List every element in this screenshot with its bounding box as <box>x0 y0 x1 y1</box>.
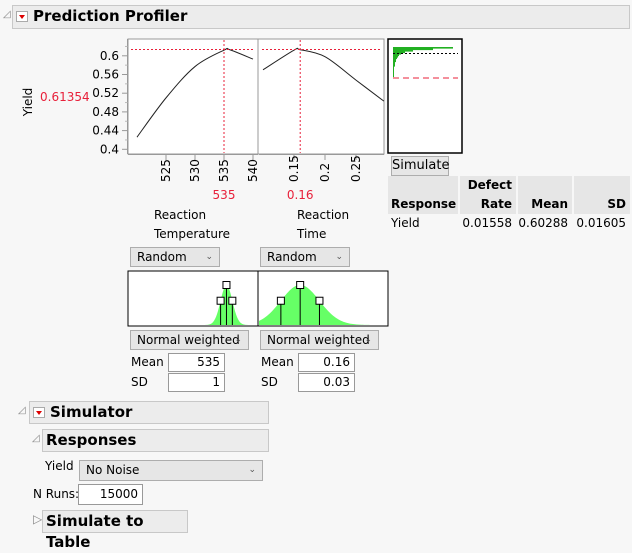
mean-label: Mean <box>131 355 164 369</box>
histogram-bar <box>393 54 399 57</box>
histogram-bar <box>393 66 394 69</box>
y-tick-label: 0.44 <box>92 124 119 138</box>
yield-noise-dropdown[interactable]: No Noise ⌄ <box>79 460 263 481</box>
mean-label: Mean <box>261 355 294 369</box>
histogram-bar <box>393 69 394 72</box>
prediction-profiler-header[interactable]: Prediction Profiler <box>12 5 630 29</box>
x-tick-label: 535 <box>217 159 231 182</box>
histogram-bar <box>393 51 405 54</box>
th-mean: Mean <box>518 176 572 214</box>
chevron-down-icon: ⌄ <box>248 465 256 475</box>
x-tick-label: 0.25 <box>349 155 363 182</box>
section-title: Prediction Profiler <box>33 7 188 25</box>
dist-type-dropdown-time[interactable]: Normal weighted ⌄ <box>260 330 379 350</box>
histogram-bar <box>393 48 433 51</box>
histogram-bar <box>393 72 394 75</box>
plot-temperature[interactable] <box>127 38 259 155</box>
cell-response: Yield <box>391 216 420 230</box>
simulation-histogram <box>387 38 463 154</box>
histogram-bar <box>393 65 395 67</box>
factor-current-value: 535 <box>213 188 236 202</box>
y-axis-label: Yield <box>21 88 35 118</box>
histogram-bar <box>393 57 397 60</box>
distribution-handle[interactable] <box>216 296 225 305</box>
dist-type-dropdown-temperature[interactable]: Normal weighted ⌄ <box>130 330 249 350</box>
histogram-bar <box>393 68 394 70</box>
chevron-down-icon: ⌄ <box>335 252 343 262</box>
collapse-icon[interactable]: ◿ <box>3 9 11 20</box>
sd-input-temperature[interactable]: 1 <box>168 373 225 392</box>
y-tick-label: 0.48 <box>92 105 119 119</box>
n-runs-input[interactable]: 15000 <box>78 484 143 505</box>
cell-mean: 0.60288 <box>518 216 568 230</box>
y-tick-label: 0.6 <box>100 49 119 63</box>
histogram-bar <box>393 74 394 76</box>
histogram-bar <box>393 60 396 63</box>
factor-name-temperature: Reaction Temperature <box>154 208 231 241</box>
cell-sd: 0.01605 <box>576 216 626 230</box>
distribution-handle[interactable] <box>276 296 285 305</box>
x-tick-label: 530 <box>188 159 202 182</box>
histogram-bar <box>393 63 395 66</box>
distribution-handle[interactable] <box>296 281 305 289</box>
histogram-bar <box>393 50 413 52</box>
distribution-dropdown-temperature[interactable]: Random ⌄ <box>130 247 220 267</box>
y-tick-label: 0.52 <box>92 86 119 100</box>
x-tick-label: 525 <box>159 159 173 182</box>
yield-label: Yield <box>45 459 74 473</box>
red-triangle-menu-icon[interactable] <box>33 407 45 418</box>
x-tick-label: 0.15 <box>287 155 301 182</box>
factor-name-time: Reaction Time <box>297 208 350 241</box>
distribution-handle[interactable] <box>222 281 231 289</box>
response-current-value: 0.61354 <box>40 90 90 104</box>
chevron-down-icon: ⌄ <box>364 335 372 345</box>
collapse-icon[interactable]: ◿ <box>32 433 40 444</box>
n-runs-label: N Runs: <box>33 487 80 501</box>
x-tick-label: 0.2 <box>318 163 332 182</box>
distribution-dropdown-time[interactable]: Random ⌄ <box>260 247 350 267</box>
y-tick-label: 0.56 <box>92 68 119 82</box>
simulate-to-table-header[interactable]: Simulate to Table <box>42 510 188 551</box>
th-response: Response <box>388 176 458 214</box>
chevron-down-icon: ⌄ <box>205 252 213 262</box>
histogram-bar <box>393 75 394 78</box>
histogram-bar <box>393 56 398 58</box>
histogram-bar <box>393 59 396 61</box>
chevron-down-icon: ⌄ <box>234 335 242 345</box>
plot-time[interactable] <box>257 38 385 155</box>
y-tick-label: 0.4 <box>100 142 119 156</box>
histogram-bar <box>393 47 453 49</box>
distribution-plot-temperature <box>127 270 259 327</box>
histogram-bar <box>393 71 394 73</box>
th-defect-rate: Defect Rate <box>460 176 516 214</box>
distribution-handle[interactable] <box>228 296 237 305</box>
th-sd: SD <box>574 176 630 214</box>
distribution-handle[interactable] <box>315 296 324 305</box>
red-triangle-menu-icon[interactable] <box>16 11 28 22</box>
simulate-button[interactable]: Simulate <box>391 156 449 176</box>
x-tick-label: 540 <box>246 159 260 182</box>
mean-input-time[interactable]: 0.16 <box>298 353 355 372</box>
sd-label: SD <box>131 375 148 389</box>
sd-label: SD <box>261 375 278 389</box>
sd-input-time[interactable]: 0.03 <box>298 373 355 392</box>
factor-current-value: 0.16 <box>287 188 314 202</box>
collapse-icon[interactable]: ◿ <box>18 405 26 416</box>
histogram-bar <box>393 62 395 64</box>
expand-icon[interactable]: ▷ <box>33 512 42 526</box>
cell-defect-rate: 0.01558 <box>462 216 512 230</box>
responses-header[interactable]: Responses <box>42 429 269 452</box>
distribution-plots <box>127 270 389 327</box>
simulator-header[interactable]: Simulator <box>29 401 269 424</box>
mean-input-temperature[interactable]: 535 <box>168 353 225 372</box>
